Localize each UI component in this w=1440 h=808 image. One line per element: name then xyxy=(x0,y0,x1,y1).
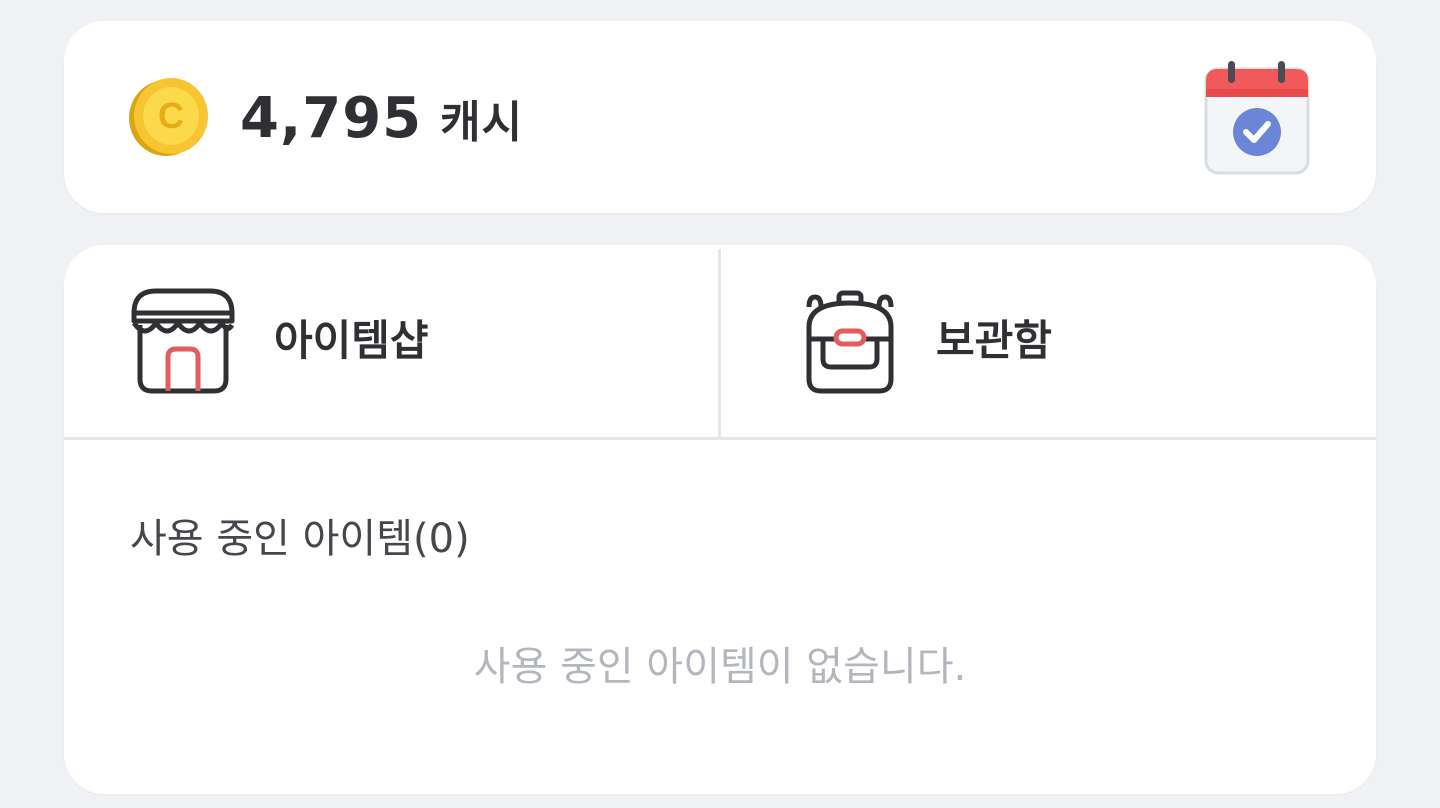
menu-card: 아이템샵 보관함 사용 중인 아이템(0) 사용 중인 아이템이 없습니다. xyxy=(64,245,1376,794)
cash-card: C 4,795 캐시 xyxy=(64,21,1376,213)
storage-label: 보관함 xyxy=(936,316,1052,365)
item-shop-label: 아이템샵 xyxy=(274,316,429,365)
storage-button[interactable]: 보관함 xyxy=(721,245,1375,437)
cash-unit: 캐시 xyxy=(440,97,524,148)
cash-amount: 4,795 xyxy=(240,86,423,151)
coin-icon: C xyxy=(129,78,208,156)
empty-state-message: 사용 중인 아이템이 없습니다. xyxy=(473,644,967,690)
backpack-icon xyxy=(806,290,894,394)
cash-balance: 4,795 캐시 xyxy=(240,79,523,159)
items-in-use-title: 사용 중인 아이템(0) xyxy=(130,516,470,562)
menu-row: 아이템샵 보관함 xyxy=(64,245,1376,440)
svg-text:C: C xyxy=(158,95,184,136)
calendar-check-icon[interactable] xyxy=(1204,61,1310,175)
item-shop-button[interactable]: 아이템샵 xyxy=(64,245,718,437)
shop-icon xyxy=(131,288,235,394)
